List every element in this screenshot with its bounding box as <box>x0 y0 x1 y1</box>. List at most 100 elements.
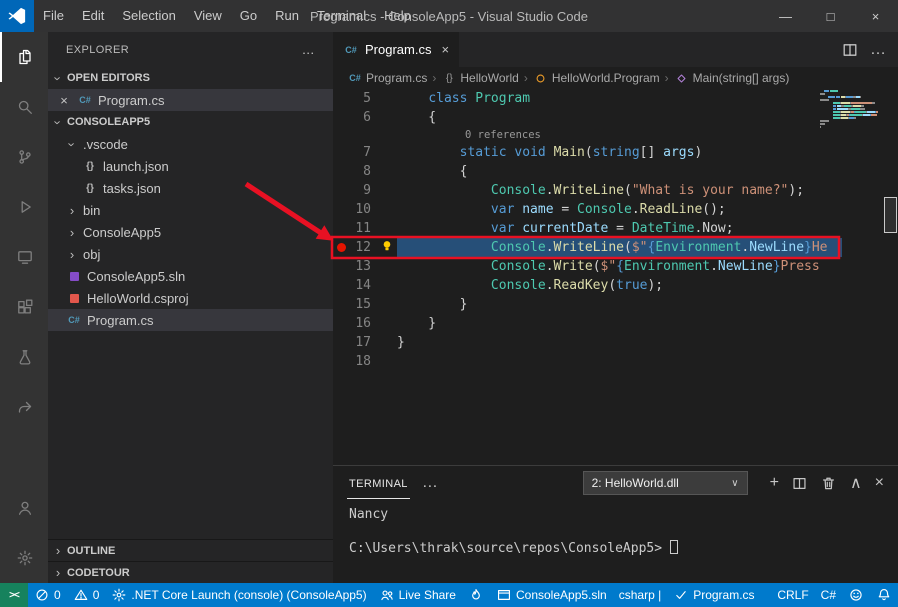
more-actions-icon[interactable]: … <box>302 42 315 57</box>
minimap[interactable] <box>820 90 882 132</box>
code-text[interactable]: } <box>397 314 842 333</box>
code-line-9[interactable]: 9 Console.WriteLine("What is your name?"… <box>333 181 842 200</box>
editor-more-actions-icon[interactable]: … <box>870 41 886 59</box>
tree-item-consoleapp5-sln[interactable]: ConsoleApp5.sln <box>48 265 333 287</box>
code-text[interactable]: Console.ReadKey(true); <box>397 276 842 295</box>
sidebar-section-codetour[interactable]: ›CODETOUR <box>48 561 333 583</box>
tree-item-obj[interactable]: ›obj <box>48 243 333 265</box>
close-panel-icon[interactable]: × <box>875 474 884 492</box>
menu-selection[interactable]: Selection <box>113 0 184 32</box>
breadcrumb-item-program-cs[interactable]: C#Program.cs <box>347 71 427 85</box>
status-solution-selector[interactable]: ConsoleApp5.sln <box>490 583 613 607</box>
new-terminal-button[interactable]: + <box>770 474 779 492</box>
lightbulb-icon[interactable] <box>380 240 394 255</box>
breakpoint-gutter[interactable] <box>333 89 349 108</box>
code-text[interactable]: { <box>397 108 842 127</box>
status-debug-configuration[interactable]: .NET Core Launch (console) (ConsoleApp5) <box>105 583 372 607</box>
activitybar-run-debug[interactable] <box>0 182 48 232</box>
close-icon[interactable]: × <box>56 93 72 108</box>
code-line-12[interactable]: 12 Console.WriteLine($"{Environment.NewL… <box>333 238 842 257</box>
breakpoint-gutter[interactable] <box>333 143 349 162</box>
breakpoint-gutter[interactable] <box>333 333 349 352</box>
minimize-button[interactable]: — <box>763 0 808 32</box>
status-language-status[interactable]: csharp | <box>613 583 667 607</box>
code-line-15[interactable]: 15 } <box>333 295 842 314</box>
maximize-button[interactable]: □ <box>808 0 853 32</box>
code-text[interactable]: class Program <box>397 89 842 108</box>
split-terminal-icon[interactable] <box>792 476 808 491</box>
code-text[interactable]: { <box>397 162 842 181</box>
code-text[interactable]: Console.WriteLine("What is your name?"); <box>397 181 842 200</box>
project-header[interactable]: › CONSOLEAPP5 <box>48 111 333 133</box>
breakpoint-gutter[interactable] <box>333 219 349 238</box>
sidebar-section-outline[interactable]: ›OUTLINE <box>48 539 333 561</box>
tree-item-bin[interactable]: ›bin <box>48 199 333 221</box>
menu-run[interactable]: Run <box>266 0 308 32</box>
code-text[interactable]: Console.Write($"{Environment.NewLine}Pre… <box>397 257 842 276</box>
activitybar-source-control[interactable] <box>0 132 48 182</box>
activitybar-settings[interactable] <box>0 533 48 583</box>
code-line-6[interactable]: 6 { <box>333 108 842 127</box>
code-line-14[interactable]: 14 Console.ReadKey(true); <box>333 276 842 295</box>
activitybar-extensions[interactable] <box>0 282 48 332</box>
tree-item-launch-json[interactable]: {}launch.json <box>48 155 333 177</box>
breakpoint-gutter[interactable] <box>333 352 349 371</box>
breakpoint-gutter[interactable] <box>333 257 349 276</box>
breakpoint-gutter[interactable] <box>333 200 349 219</box>
activitybar-account[interactable] <box>0 483 48 533</box>
status-omnisharp-flame[interactable] <box>462 583 490 607</box>
code-editor[interactable]: 5 class Program6 {0 references7 static v… <box>333 89 898 465</box>
codelens-references[interactable]: 0 references <box>333 127 898 143</box>
activitybar-test-explorer[interactable] <box>0 332 48 382</box>
open-editors-header[interactable]: › OPEN EDITORS <box>48 67 333 89</box>
tree-item-consoleapp5[interactable]: ›ConsoleApp5 <box>48 221 333 243</box>
menu-file[interactable]: File <box>34 0 73 32</box>
breadcrumb-item-helloworld[interactable]: {}HelloWorld <box>441 71 518 85</box>
tree-item-helloworld-csproj[interactable]: HelloWorld.csproj <box>48 287 333 309</box>
status-live-share[interactable]: Live Share <box>373 583 462 607</box>
code-text[interactable]: Console.WriteLine($"{Environment.NewLine… <box>397 238 842 257</box>
status-eol-indicator[interactable]: CRLF <box>771 583 814 607</box>
activitybar-search[interactable] <box>0 82 48 132</box>
tab-terminal[interactable]: TERMINAL <box>347 468 410 499</box>
code-text[interactable]: } <box>397 333 842 352</box>
terminal-dropdown[interactable]: 2: HelloWorld.dll ∨ <box>583 471 748 495</box>
code-line-17[interactable]: 17} <box>333 333 842 352</box>
code-line-8[interactable]: 8 { <box>333 162 842 181</box>
code-text[interactable]: } <box>397 295 842 314</box>
close-icon[interactable]: × <box>437 42 449 57</box>
code-line-7[interactable]: 7 static void Main(string[] args) <box>333 143 842 162</box>
code-line-5[interactable]: 5 class Program <box>333 89 842 108</box>
tree-item-program-cs[interactable]: C#Program.cs <box>48 309 333 331</box>
close-button[interactable]: × <box>853 0 898 32</box>
tab-program-cs[interactable]: C# Program.cs × <box>333 32 459 67</box>
breakpoint-gutter[interactable] <box>333 295 349 314</box>
activitybar-live-share[interactable] <box>0 382 48 432</box>
breakpoint-gutter[interactable] <box>333 238 349 257</box>
code-text[interactable]: var name = Console.ReadLine(); <box>397 200 842 219</box>
menu-edit[interactable]: Edit <box>73 0 113 32</box>
breadcrumb-item-main-string-args[interactable]: Main(string[] args) <box>674 71 790 85</box>
code-line-10[interactable]: 10 var name = Console.ReadLine(); <box>333 200 842 219</box>
code-text[interactable] <box>397 352 842 371</box>
status-feedback[interactable] <box>842 583 870 607</box>
status-active-file-status[interactable]: Program.cs <box>667 583 760 607</box>
split-editor-icon[interactable] <box>842 42 858 58</box>
code-text[interactable]: var currentDate = DateTime.Now; <box>397 219 842 238</box>
panel-more-actions-icon[interactable]: … <box>422 474 438 492</box>
breakpoint-gutter[interactable] <box>333 162 349 181</box>
breadcrumb-item-helloworld-program[interactable]: HelloWorld.Program <box>533 71 660 85</box>
code-line-11[interactable]: 11 var currentDate = DateTime.Now; <box>333 219 842 238</box>
tree-item-tasks-json[interactable]: {}tasks.json <box>48 177 333 199</box>
status-notifications[interactable] <box>870 583 898 607</box>
menu-go[interactable]: Go <box>231 0 266 32</box>
status-language-mode[interactable]: C# <box>815 583 842 607</box>
activitybar-explorer[interactable] <box>0 32 48 82</box>
code-line-16[interactable]: 16 } <box>333 314 842 333</box>
code-line-13[interactable]: 13 Console.Write($"{Environment.NewLine}… <box>333 257 842 276</box>
tree-item-vscode[interactable]: ›.vscode <box>48 133 333 155</box>
code-text[interactable]: static void Main(string[] args) <box>397 143 842 162</box>
kill-terminal-icon[interactable] <box>821 476 837 491</box>
breakpoint-gutter[interactable] <box>333 108 349 127</box>
terminal-output[interactable]: NancyC:\Users\thrak\source\repos\Console… <box>333 500 898 557</box>
